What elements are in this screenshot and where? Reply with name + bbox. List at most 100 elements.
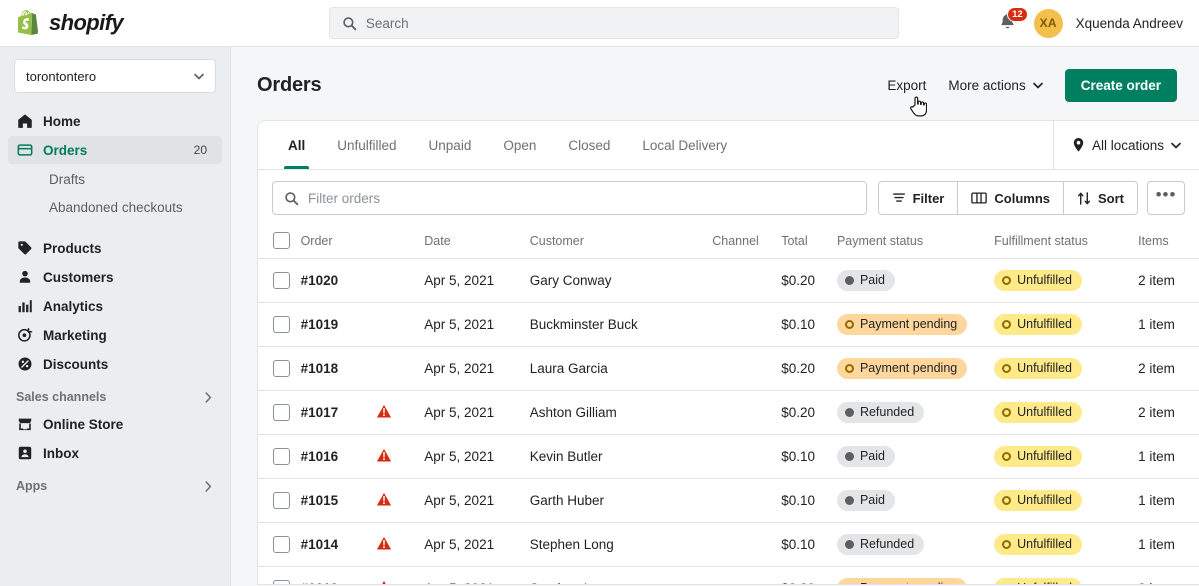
chevron-right-icon [205, 480, 212, 492]
cell-order[interactable]: #1015 [300, 478, 376, 523]
tab-label: Unpaid [428, 137, 472, 153]
payment-status-label: Paid [859, 449, 885, 463]
col-fulfillment-status[interactable]: Fulfillment status [994, 226, 1139, 259]
row-checkbox[interactable] [273, 360, 290, 377]
export-button[interactable]: Export [887, 78, 926, 93]
row-select-cell [258, 390, 301, 435]
sidebar-section-sales-channels[interactable]: Sales channels [8, 384, 222, 410]
sidebar-item-products[interactable]: Products [8, 234, 222, 262]
table-row[interactable]: #1018 Apr 5, 2021 Laura Garcia $0.20 Payment… [258, 346, 1199, 391]
sidebar-section-apps[interactable]: Apps [8, 473, 222, 499]
table-row[interactable]: #1016 Apr 5, 2021 Kevin Butler $0.10 Paid Unf… [258, 434, 1199, 479]
sidebar-item-marketing[interactable]: Marketing [8, 321, 222, 349]
tab-all[interactable]: All [274, 121, 319, 169]
sidebar-item-discounts[interactable]: Discounts [8, 350, 222, 378]
columns-button-label: Columns [994, 190, 1050, 206]
fulfillment-status-label: Unfulfilled [1017, 405, 1072, 419]
notifications-button[interactable]: 12 [997, 7, 1028, 35]
warning-icon [376, 492, 391, 505]
row-select-cell [258, 346, 301, 391]
orders-icon [16, 142, 34, 158]
cell-warning [375, 478, 425, 523]
chevron-down-icon [194, 73, 204, 79]
sidebar-item-customers[interactable]: Customers [8, 263, 222, 291]
row-select-cell [258, 302, 301, 347]
cell-date: Apr 5, 2021 [424, 258, 530, 303]
cell-fulfillment-status: Unfulfilled [994, 566, 1139, 584]
sidebar-item-analytics[interactable]: Analytics [8, 292, 222, 320]
sidebar-item-drafts[interactable]: Drafts [8, 165, 222, 193]
tab-closed[interactable]: Closed [554, 121, 624, 169]
create-order-button[interactable]: Create order [1064, 69, 1177, 102]
search-icon [285, 191, 299, 205]
cell-order[interactable]: #1019 [300, 302, 376, 347]
more-options-button[interactable]: ••• [1147, 181, 1185, 215]
sidebar-item-abandoned-checkouts[interactable]: Abandoned checkouts [8, 193, 222, 221]
row-checkbox[interactable] [273, 316, 290, 333]
row-checkbox[interactable] [273, 404, 290, 421]
col-payment-status[interactable]: Payment status [836, 226, 995, 259]
row-checkbox[interactable] [273, 536, 290, 553]
top-bar: shopify Search 12 XA Xquenda Andreev [0, 0, 1199, 47]
sidebar-item-online-store[interactable]: Online Store [8, 410, 222, 438]
more-actions-button[interactable]: More actions [948, 78, 1043, 93]
tab-local-delivery[interactable]: Local Delivery [628, 121, 741, 169]
location-selector[interactable]: All locations [1052, 121, 1199, 169]
sort-button[interactable]: Sort [1064, 181, 1138, 215]
cell-order[interactable]: #1018 [300, 346, 376, 391]
cell-order[interactable]: #1014 [300, 522, 376, 567]
table-row[interactable]: #1020 Apr 5, 2021 Gary Conway $0.20 Paid Unfu… [258, 258, 1199, 303]
cell-order[interactable]: #1020 [300, 258, 376, 303]
filter-button[interactable]: Filter [877, 181, 959, 215]
filter-orders-input[interactable]: Filter orders [272, 181, 867, 215]
cell-channel [712, 478, 782, 523]
row-checkbox[interactable] [273, 492, 290, 509]
tab-unfulfilled[interactable]: Unfulfilled [323, 121, 410, 169]
cell-order[interactable]: #1017 [300, 390, 376, 435]
table-row[interactable]: #1017 Apr 5, 2021 Ashton Gilliam $0.20 Refun… [258, 390, 1199, 435]
fulfillment-status-badge: Unfulfilled [994, 578, 1082, 584]
tabs-row: All Unfulfilled Unpaid Open Closed Local… [258, 121, 1199, 170]
avatar[interactable]: XA [1033, 8, 1063, 38]
sidebar-item-label: Home [43, 113, 81, 129]
user-name[interactable]: Xquenda Andreev [1076, 16, 1183, 31]
store-icon [16, 416, 34, 432]
select-all-checkbox[interactable] [273, 232, 290, 249]
col-date[interactable]: Date [424, 226, 530, 259]
shopify-wordmark: shopify [49, 10, 124, 35]
warning-icon [376, 404, 391, 417]
order-tabs: All Unfulfilled Unpaid Open Closed Local… [258, 121, 741, 169]
cell-order[interactable]: #1016 [300, 434, 376, 479]
cell-fulfillment-status: Unfulfilled [994, 434, 1139, 479]
sidebar-item-orders[interactable]: Orders 20 [8, 136, 222, 164]
cell-warning [375, 390, 425, 435]
cell-warning [375, 434, 425, 479]
table-row[interactable]: #1019 Apr 5, 2021 Buckminster Buck $0.10 Pay… [258, 302, 1199, 347]
col-order[interactable]: Order [300, 226, 376, 259]
row-checkbox[interactable] [273, 272, 290, 289]
sidebar-item-home[interactable]: Home [8, 107, 222, 135]
col-customer[interactable]: Customer [529, 226, 713, 259]
row-checkbox[interactable] [273, 448, 290, 465]
cell-date: Apr 5, 2021 [424, 522, 530, 567]
payment-status-label: Paid [859, 493, 885, 507]
col-total[interactable]: Total [781, 226, 837, 259]
status-dot-icon [1002, 276, 1012, 285]
cell-payment-status: Refunded [836, 390, 995, 435]
columns-button[interactable]: Columns [958, 181, 1064, 215]
search-input[interactable]: Search [328, 7, 899, 39]
tab-open[interactable]: Open [489, 121, 550, 169]
shopify-logo[interactable]: shopify [0, 0, 231, 46]
store-switcher[interactable]: torontontero [14, 59, 216, 93]
col-items[interactable]: Items [1138, 226, 1199, 259]
sidebar-item-inbox[interactable]: Inbox [8, 439, 222, 467]
col-channel[interactable]: Channel [712, 226, 782, 259]
table-row[interactable]: #1015 Apr 5, 2021 Garth Huber $0.10 Paid Unfu… [258, 478, 1199, 523]
cell-order[interactable]: #1013 [300, 566, 376, 584]
cell-items: 1 item [1138, 302, 1199, 347]
sidebar-section-title: Apps [16, 479, 48, 493]
tab-unpaid[interactable]: Unpaid [415, 121, 486, 169]
row-checkbox[interactable] [273, 580, 290, 584]
table-row[interactable]: #1013 Apr 5, 2021Stephen Long $0.30 Payment… [258, 566, 1199, 584]
table-row[interactable]: #1014 Apr 5, 2021 Stephen Long $0.10 Refunde… [258, 522, 1199, 567]
